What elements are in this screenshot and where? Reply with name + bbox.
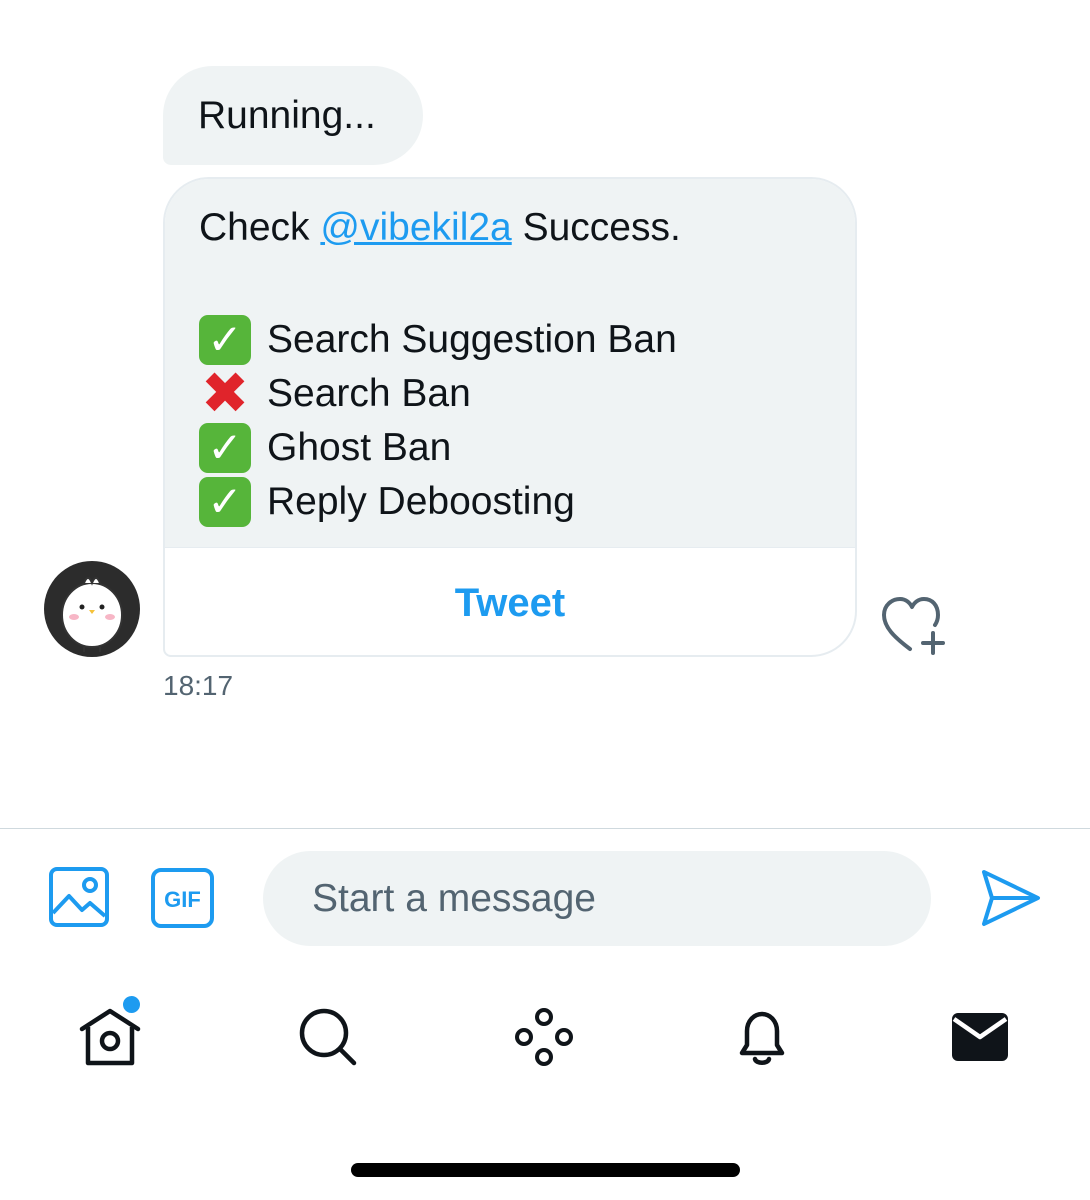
message-text: Running... [198, 93, 376, 137]
gif-button[interactable]: GIF [151, 868, 214, 928]
message-bubble-running: Running... [163, 66, 423, 165]
gif-label: GIF [164, 887, 201, 912]
notification-dot [121, 994, 142, 1015]
gif-icon: GIF [151, 868, 214, 928]
image-icon[interactable] [48, 866, 110, 928]
cross-mark-icon: ✖ [200, 361, 250, 426]
tweet-button-label: Tweet [454, 580, 566, 625]
composer-divider [0, 828, 1090, 829]
spaces-icon[interactable] [510, 1003, 578, 1071]
bird-avatar-icon [61, 577, 123, 652]
result-row: ✖ Search Ban [199, 361, 855, 426]
message-composer[interactable] [263, 851, 931, 946]
result-label: Search Suggestion Ban [267, 318, 677, 361]
result-label: Ghost Ban [267, 426, 452, 469]
result-label: Search Ban [267, 372, 471, 415]
bell-icon[interactable] [728, 1003, 796, 1071]
check-mark-icon: ✓ [199, 423, 251, 473]
mention-link[interactable]: @vibekil2a [320, 206, 511, 249]
result-row: ✓ Search Suggestion Ban [199, 313, 855, 367]
card-title: Check @vibekil2a Success. [199, 205, 855, 251]
message-card: Check @vibekil2a Success. ✓ Search Sugge… [163, 177, 857, 657]
result-row: ✓ Ghost Ban [199, 421, 855, 475]
avatar[interactable] [44, 561, 140, 657]
search-icon[interactable] [294, 1003, 362, 1071]
message-input[interactable] [310, 875, 931, 922]
result-label: Reply Deboosting [267, 480, 575, 523]
mail-icon[interactable] [946, 1003, 1014, 1071]
result-list: ✓ Search Suggestion Ban ✖ Search Ban ✓ G… [199, 313, 855, 529]
card-body: Check @vibekil2a Success. ✓ Search Sugge… [165, 179, 855, 547]
check-mark-icon: ✓ [199, 477, 251, 527]
check-mark-icon: ✓ [199, 315, 251, 365]
card-title-suffix: Success. [511, 206, 681, 249]
send-icon[interactable] [978, 866, 1042, 930]
card-title-prefix: Check [199, 206, 321, 249]
tweet-button[interactable]: Tweet [165, 547, 855, 655]
home-indicator [351, 1163, 740, 1177]
message-timestamp: 18:17 [163, 670, 234, 701]
add-reaction-icon[interactable] [880, 595, 948, 655]
result-row: ✓ Reply Deboosting [199, 475, 855, 529]
